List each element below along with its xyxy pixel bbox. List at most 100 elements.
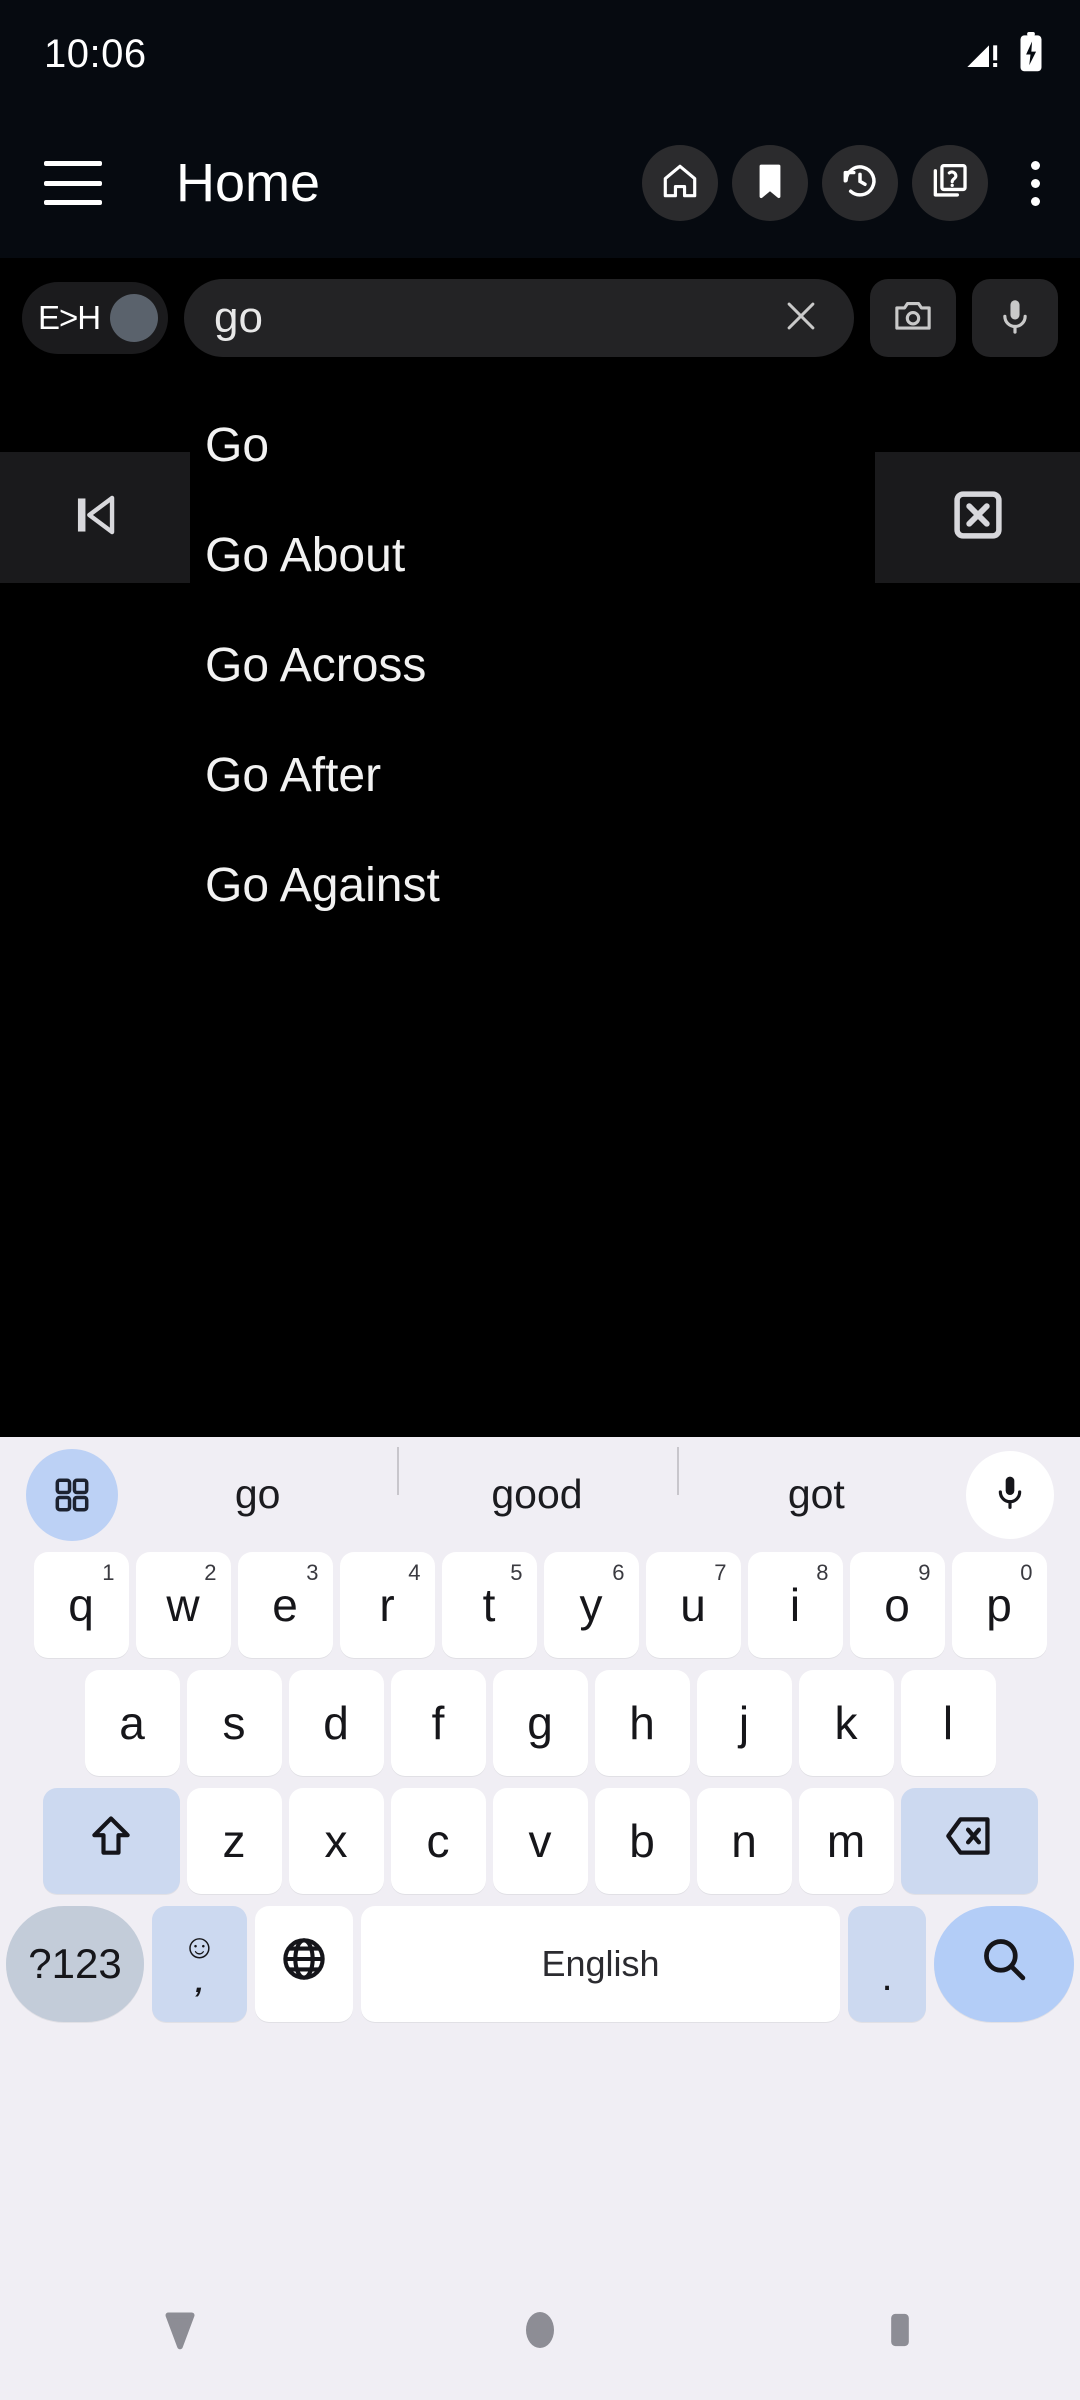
toolbar-history-button[interactable] <box>822 145 898 221</box>
status-clock: 10:06 <box>44 31 147 76</box>
search-bar: E>H go <box>0 270 1080 366</box>
key-x[interactable]: x <box>288 1788 384 1894</box>
key-e[interactable]: 3e <box>237 1552 333 1658</box>
home-icon <box>659 160 701 207</box>
key-sup: 1 <box>102 1560 115 1585</box>
key-v[interactable]: v <box>492 1788 588 1894</box>
key-l[interactable]: l <box>900 1670 996 1776</box>
language-switch-key[interactable] <box>255 1906 353 2022</box>
key-y[interactable]: 6y <box>543 1552 639 1658</box>
key-g[interactable]: g <box>492 1670 588 1776</box>
microphone-icon <box>994 295 1036 342</box>
camera-search-button[interactable] <box>870 279 956 357</box>
key-u[interactable]: 7u <box>645 1552 741 1658</box>
backspace-delete-icon <box>942 1809 996 1874</box>
key-c[interactable]: c <box>390 1788 486 1894</box>
grid-apps-icon[interactable] <box>26 1448 118 1541</box>
system-navigation-bar <box>0 2264 1080 2400</box>
quiz-card-icon <box>928 159 972 208</box>
close-box-button[interactable] <box>875 452 1080 583</box>
app-screen: 10:06 Home E>H go Go Go About Go Across … <box>0 0 1080 1437</box>
key-j[interactable]: j <box>696 1670 792 1776</box>
skip-previous-icon <box>64 484 126 551</box>
camera-icon <box>891 294 935 343</box>
close-box-icon <box>945 482 1011 553</box>
list-item[interactable]: Go After <box>205 720 1080 830</box>
skip-previous-button[interactable] <box>0 452 190 583</box>
search-input-value: go <box>214 293 263 342</box>
toolbar-actions <box>642 145 1062 221</box>
key-f[interactable]: f <box>390 1670 486 1776</box>
close-x-icon <box>779 294 823 343</box>
key-q[interactable]: 1q <box>33 1552 129 1658</box>
keyboard-suggestion-bar: go good got <box>0 1437 1080 1552</box>
backspace-key[interactable] <box>900 1788 1038 1894</box>
key-sup: 7 <box>714 1560 727 1585</box>
key-b[interactable]: b <box>594 1788 690 1894</box>
key-sup: 4 <box>408 1560 421 1585</box>
prediction-word[interactable]: go <box>118 1471 397 1518</box>
toggle-knob <box>110 294 158 342</box>
key-k[interactable]: k <box>798 1670 894 1776</box>
recents-button[interactable] <box>840 2272 960 2392</box>
overflow-menu-icon[interactable] <box>1008 145 1062 221</box>
toolbar-quiz-button[interactable] <box>912 145 988 221</box>
numeric-mode-key[interactable]: ?123 <box>6 1906 144 2022</box>
prediction-words: go good got <box>118 1447 956 1518</box>
key-w[interactable]: 2w <box>135 1552 231 1658</box>
list-item[interactable]: Go Across <box>205 610 1080 720</box>
recents-square-icon <box>877 2307 923 2358</box>
voice-search-button[interactable] <box>972 279 1058 357</box>
clear-search-button[interactable] <box>774 291 828 345</box>
key-m[interactable]: m <box>798 1788 894 1894</box>
key-label: t <box>482 1579 496 1631</box>
key-r[interactable]: 4r <box>339 1552 435 1658</box>
list-item[interactable]: Go Against <box>205 830 1080 940</box>
key-sup: 3 <box>306 1560 319 1585</box>
shift-up-arrow-icon <box>86 1811 136 1872</box>
key-p[interactable]: 0p <box>951 1552 1047 1658</box>
hamburger-menu-icon[interactable] <box>44 161 102 205</box>
comma-label: , <box>195 1966 204 1999</box>
key-label: q <box>68 1579 94 1631</box>
app-toolbar: Home <box>0 108 1080 258</box>
history-icon <box>838 159 882 208</box>
battery-charging-icon <box>1018 31 1044 78</box>
period-key[interactable]: . <box>848 1906 926 2022</box>
space-key[interactable]: English <box>361 1906 840 2022</box>
key-o[interactable]: 9o <box>849 1552 945 1658</box>
keyboard-voice-button[interactable] <box>966 1450 1054 1539</box>
home-button[interactable] <box>480 2272 600 2392</box>
key-t[interactable]: 5t <box>441 1552 537 1658</box>
key-label: u <box>680 1579 706 1631</box>
shift-key[interactable] <box>42 1788 180 1894</box>
keyboard-row-2: a s d f g h j k l <box>0 1670 1080 1776</box>
back-collapse-keyboard-button[interactable] <box>120 2272 240 2392</box>
key-s[interactable]: s <box>186 1670 282 1776</box>
bookmark-icon <box>749 160 791 207</box>
key-label: y <box>579 1579 603 1631</box>
key-d[interactable]: d <box>288 1670 384 1776</box>
signal-warning-icon <box>964 32 1004 77</box>
prediction-word[interactable]: good <box>397 1447 676 1518</box>
toolbar-bookmarks-button[interactable] <box>732 145 808 221</box>
emoji-comma-key[interactable]: ☺ , <box>152 1906 247 2022</box>
search-enter-key[interactable] <box>934 1906 1074 2022</box>
search-input[interactable]: go <box>184 279 854 357</box>
language-direction-toggle[interactable]: E>H <box>22 282 168 354</box>
language-direction-label: E>H <box>38 299 101 336</box>
key-label: e <box>272 1579 298 1631</box>
prediction-word[interactable]: got <box>676 1447 956 1518</box>
key-i[interactable]: 8i <box>747 1552 843 1658</box>
toolbar-home-button[interactable] <box>642 145 718 221</box>
key-sup: 0 <box>1020 1560 1033 1585</box>
language-globe-icon <box>278 1933 330 1996</box>
key-h[interactable]: h <box>594 1670 690 1776</box>
emoji-smiley-icon: ☺ <box>182 1928 217 1966</box>
key-n[interactable]: n <box>696 1788 792 1894</box>
key-z[interactable]: z <box>186 1788 282 1894</box>
key-sup: 6 <box>612 1560 625 1585</box>
collapse-keyboard-down-icon <box>154 2304 206 2361</box>
key-a[interactable]: a <box>84 1670 180 1776</box>
status-system-icons <box>964 31 1044 78</box>
